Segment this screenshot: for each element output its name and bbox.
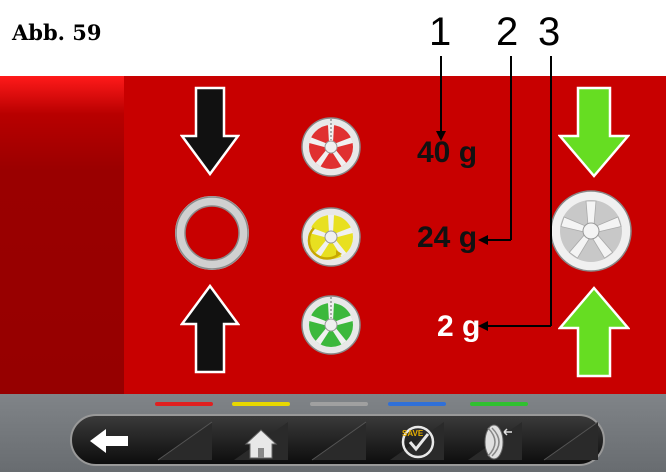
balancing-display: 40 g 24 g 2 g <box>0 76 666 394</box>
arrow-down-black-icon <box>180 86 240 176</box>
indicator-blue <box>388 402 446 406</box>
figure-header: Abb. 59 1 2 3 <box>0 0 666 76</box>
indicator-yellow <box>232 402 290 406</box>
arrow-left-icon <box>90 429 128 453</box>
wheel-side-icon <box>468 422 522 460</box>
wheel-large-icon <box>550 190 632 272</box>
indicator-green <box>470 402 528 406</box>
arrow-up-green-icon <box>558 286 630 378</box>
home-button[interactable] <box>232 420 290 462</box>
function-key-6[interactable] <box>542 420 600 462</box>
callout-3: 3 <box>538 10 561 54</box>
weight-top: 40 g <box>417 136 478 169</box>
bottom-toolbar: SAVE <box>0 394 666 472</box>
save-label: SAVE <box>402 429 424 438</box>
save-check-icon: SAVE <box>390 422 444 460</box>
function-key-bar: SAVE <box>70 414 605 466</box>
back-button[interactable] <box>80 420 138 462</box>
function-key-1[interactable] <box>156 420 214 462</box>
callout-1: 1 <box>429 10 452 54</box>
wheel-red-icon <box>301 117 361 177</box>
weight-middle: 24 g <box>417 221 478 254</box>
save-button[interactable]: SAVE <box>388 420 446 462</box>
arrow-up-black-icon <box>180 284 240 374</box>
side-panel <box>0 76 124 394</box>
wheel-view-button[interactable] <box>466 420 524 462</box>
home-icon <box>234 422 288 460</box>
function-key-3[interactable] <box>310 420 368 462</box>
arrow-down-green-icon <box>558 86 630 178</box>
indicator-gray <box>310 402 368 406</box>
tire-ring-icon <box>175 196 249 270</box>
weight-bottom: 2 g <box>437 310 481 343</box>
figure-label: Abb. 59 <box>12 20 102 45</box>
wheel-yellow-icon <box>301 207 361 267</box>
indicator-red <box>155 402 213 406</box>
wheel-green-icon <box>301 295 361 355</box>
callout-2: 2 <box>496 10 519 54</box>
